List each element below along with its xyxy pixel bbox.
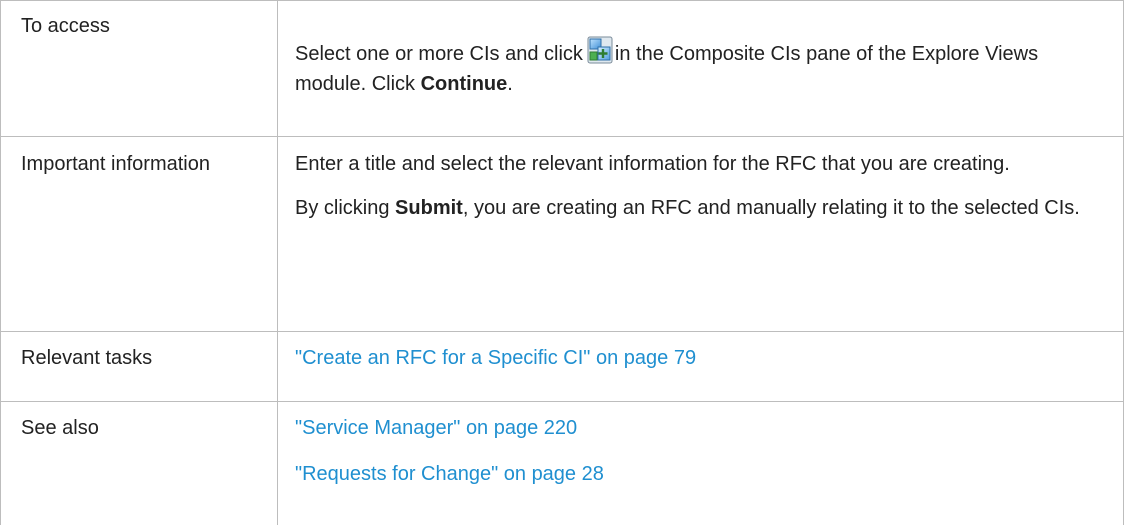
access-text-end: . — [507, 73, 513, 95]
row-body: "Service Manager" on page 220 "Requests … — [278, 402, 1124, 525]
row-label: To access — [1, 1, 278, 137]
table-row-relevant-tasks: Relevant tasks "Create an RFC for a Spec… — [1, 332, 1124, 402]
row-label: See also — [1, 402, 278, 525]
important-text-end: , you are creating an RFC and manually r… — [463, 197, 1080, 219]
add-composite-ci-icon — [587, 36, 613, 64]
link-requests-for-change[interactable]: "Requests for Change" on page 28 — [295, 463, 604, 485]
row-label: Important information — [1, 137, 278, 332]
table-row-see-also: See also "Service Manager" on page 220 "… — [1, 402, 1124, 525]
important-text-start: By clicking — [295, 197, 389, 219]
link-create-rfc-specific-ci[interactable]: "Create an RFC for a Specific CI" on pag… — [295, 347, 696, 369]
important-paragraph-2: By clicking Submit, you are creating an … — [295, 193, 1109, 223]
important-paragraph-1: Enter a title and select the relevant in… — [295, 149, 1109, 179]
row-body: Enter a title and select the relevant in… — [278, 137, 1124, 332]
access-instructions: Select one or more CIs and click — [295, 36, 1109, 99]
table-row-important-information: Important information Enter a title and … — [1, 137, 1124, 332]
row-body: Select one or more CIs and click — [278, 1, 1124, 137]
link-service-manager[interactable]: "Service Manager" on page 220 — [295, 417, 577, 439]
row-body: "Create an RFC for a Specific CI" on pag… — [278, 332, 1124, 402]
submit-label: Submit — [395, 197, 463, 219]
access-text-start: Select one or more CIs and click — [295, 43, 583, 65]
continue-label: Continue — [421, 73, 508, 95]
row-label: Relevant tasks — [1, 332, 278, 402]
table-row-to-access: To access Select one or more CIs and cli… — [1, 1, 1124, 137]
info-table: To access Select one or more CIs and cli… — [0, 0, 1124, 525]
